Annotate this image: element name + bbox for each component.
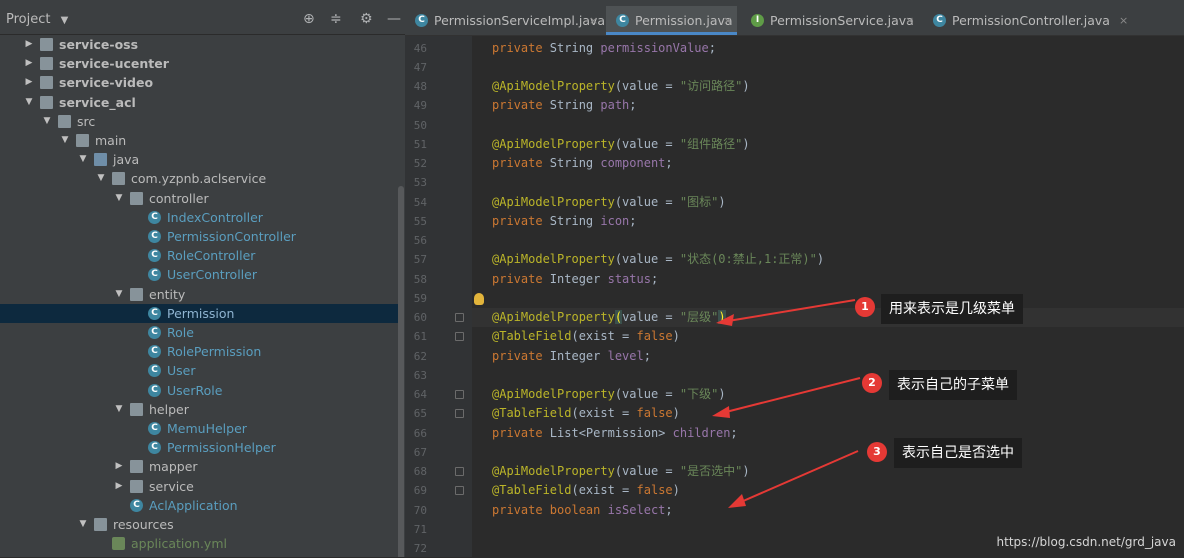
arrow-3-head (728, 494, 746, 508)
callout-badge-1: 1 (855, 297, 875, 317)
arrow-1-head (716, 314, 734, 326)
callout-1: 用来表示是几级菜单 (881, 294, 1023, 324)
arrow-1 (721, 299, 856, 323)
callout-3: 表示自己是否选中 (894, 438, 1022, 468)
arrow-3 (733, 450, 859, 506)
arrow-2-head (712, 406, 730, 418)
annotation-arrows (712, 299, 861, 508)
watermark: https://blog.csdn.net/grd_java (996, 535, 1176, 549)
callout-2: 表示自己的子菜单 (889, 370, 1017, 400)
arrow-2 (717, 377, 861, 415)
callout-badge-2: 2 (862, 373, 882, 393)
callout-badge-3: 3 (867, 442, 887, 462)
